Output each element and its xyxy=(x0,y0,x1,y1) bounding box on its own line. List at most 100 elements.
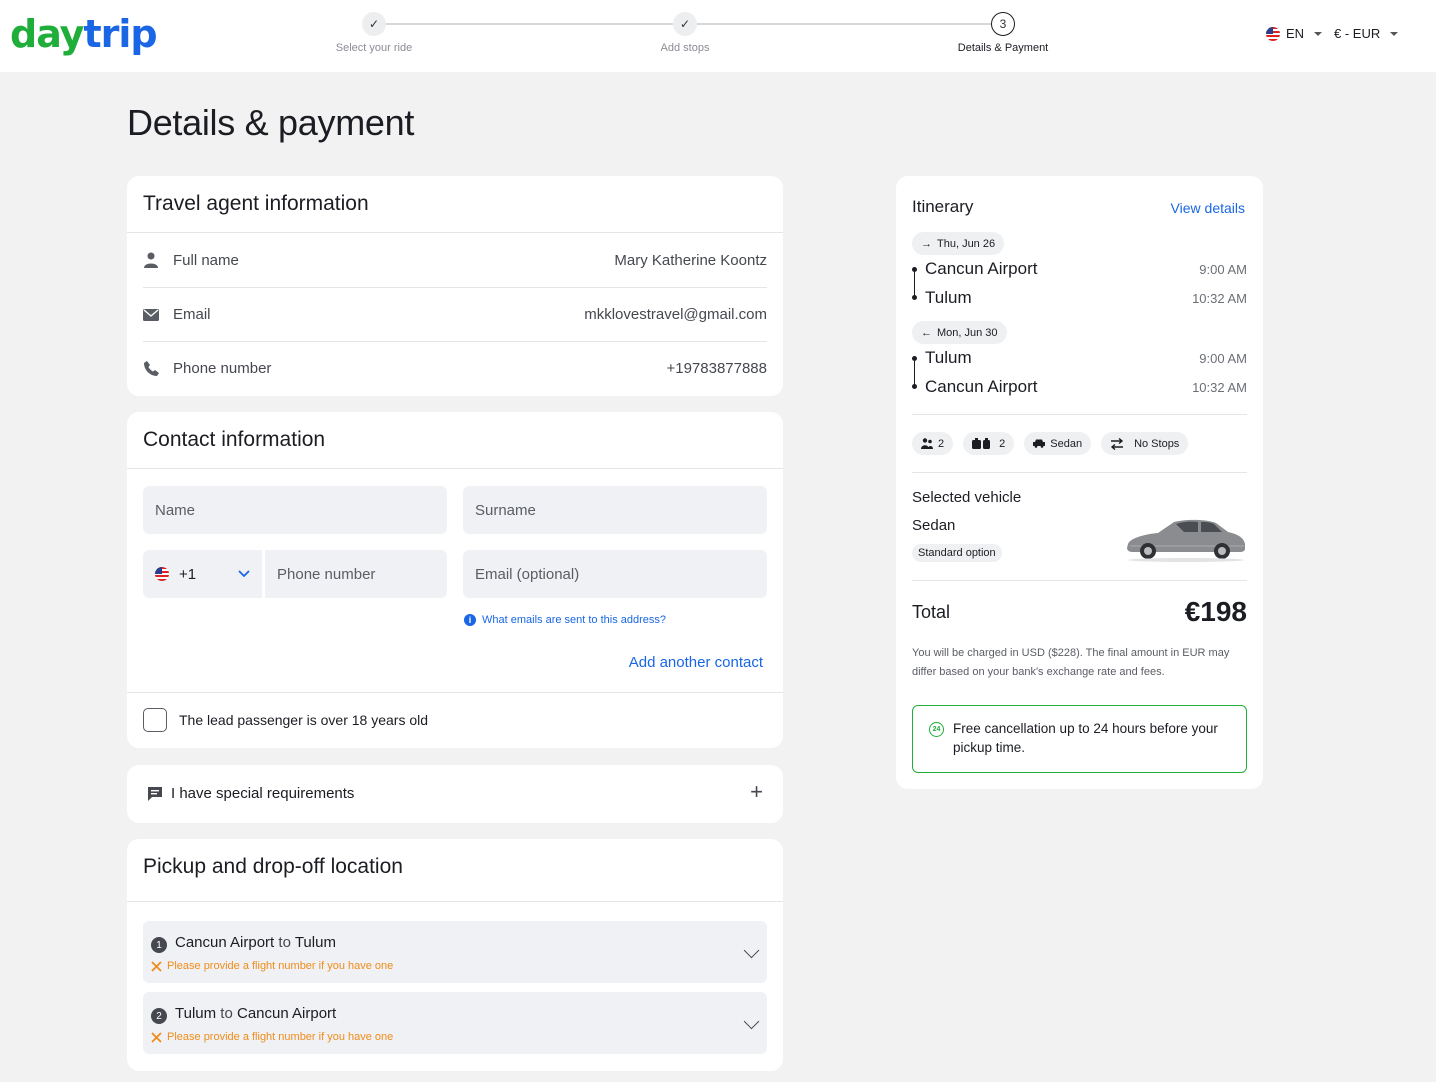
email-value: mkklovestravel@gmail.com xyxy=(584,306,767,323)
view-details-link[interactable]: View details xyxy=(1171,200,1245,216)
currency-label: € - EUR xyxy=(1334,26,1381,41)
name-field[interactable] xyxy=(143,486,447,534)
page-title: Details & payment xyxy=(127,102,415,143)
us-flag-icon xyxy=(1266,26,1280,41)
leg-origin: Cancun Airport xyxy=(925,259,1038,278)
arrow-left-icon: ← xyxy=(921,326,932,339)
total-label: Total xyxy=(912,602,951,622)
luggage-icon xyxy=(972,438,991,449)
leg-origin-time: 9:00 AM xyxy=(1199,351,1247,366)
people-icon xyxy=(921,438,933,449)
top-bar: daytrip ✓ Select your ride ✓ Add stops 3… xyxy=(0,0,1436,72)
special-requirements-card[interactable]: I have special requirements + xyxy=(127,765,783,823)
leg-destination: Tulum xyxy=(925,288,972,307)
lead-passenger-checkbox[interactable] xyxy=(143,708,167,732)
pickup-card: Pickup and drop-off location 1 Cancun Ai… xyxy=(127,839,783,1071)
divider xyxy=(912,580,1247,581)
step-connector xyxy=(386,23,685,25)
agent-full-name-row: Full name Mary Katherine Koontz xyxy=(127,233,783,287)
passengers-chip: 2 xyxy=(912,432,954,455)
vehicle-chip: Sedan xyxy=(1024,432,1092,455)
free-cancellation-box: 24 Free cancellation up to 24 hours befo… xyxy=(912,705,1247,773)
plane-icon xyxy=(151,1031,162,1043)
email-label: Email xyxy=(173,306,211,323)
step-2-check-icon: ✓ xyxy=(673,12,697,36)
leg-date: Thu, Jun 26 xyxy=(937,237,996,250)
itinerary-title: Itinerary xyxy=(912,197,974,216)
contact-card: Contact information +1 i What emails are… xyxy=(127,412,783,748)
step-2-label: Add stops xyxy=(660,42,710,54)
surname-input[interactable] xyxy=(475,501,755,519)
route-to: Cancun Airport xyxy=(236,1005,337,1022)
route-title: Tulum to Cancun Airport xyxy=(175,1005,336,1022)
divider xyxy=(127,692,783,693)
itinerary-card: Itinerary View details → Thu, Jun 26 Can… xyxy=(896,176,1263,789)
step-connector xyxy=(697,23,991,25)
us-flag-icon xyxy=(155,567,169,581)
route-title: Cancun Airport to Tulum xyxy=(175,934,336,951)
route-connector: to xyxy=(220,1005,233,1022)
country-code-value: +1 xyxy=(179,565,197,583)
car-icon xyxy=(1033,439,1046,448)
route-dot xyxy=(912,295,917,300)
phone-field[interactable] xyxy=(265,550,447,598)
logo-trip: trip xyxy=(83,12,157,56)
person-icon xyxy=(143,252,159,268)
special-requirements-label: I have special requirements xyxy=(171,785,355,802)
logo-day: day xyxy=(10,12,84,56)
info-icon: i xyxy=(464,614,476,626)
step-3-label: Details & Payment xyxy=(957,42,1049,54)
contact-title: Contact information xyxy=(143,428,326,451)
chevron-down-icon xyxy=(1314,31,1323,36)
email-help-link[interactable]: i What emails are sent to this address? xyxy=(464,614,666,626)
daytrip-logo[interactable]: daytrip xyxy=(10,12,158,56)
phone-input[interactable] xyxy=(277,565,435,583)
chevron-down-icon[interactable] xyxy=(743,1013,760,1030)
progress-stepper: ✓ Select your ride ✓ Add stops 3 Details… xyxy=(320,12,1080,62)
full-name-label: Full name xyxy=(173,251,239,269)
luggage-chip: 2 xyxy=(963,432,1015,455)
pickup-title: Pickup and drop-off location xyxy=(143,855,403,878)
chevron-down-icon[interactable] xyxy=(743,942,760,959)
route-row[interactable]: 2 Tulum to Cancun Airport Please provide… xyxy=(143,992,767,1054)
date-chip: → Thu, Jun 26 xyxy=(912,232,1005,255)
step-1-check-icon: ✓ xyxy=(362,12,386,36)
leg-destination-time: 10:32 AM xyxy=(1192,291,1247,306)
country-code-select[interactable]: +1 xyxy=(143,550,262,598)
divider xyxy=(127,901,783,902)
route-from: Cancun Airport xyxy=(175,934,275,951)
leg-origin: Tulum xyxy=(925,348,972,367)
agent-phone-row: Phone number +19783877888 xyxy=(143,341,767,395)
route-row[interactable]: 1 Cancun Airport to Tulum Please provide… xyxy=(143,921,767,983)
email-field[interactable] xyxy=(463,550,767,598)
travel-agent-card: Travel agent information Full name Mary … xyxy=(127,176,783,396)
surname-field[interactable] xyxy=(463,486,767,534)
step-1-label: Select your ride xyxy=(335,42,413,54)
selected-vehicle-title: Selected vehicle xyxy=(912,489,1022,506)
language-label: EN xyxy=(1286,26,1305,41)
route-number-badge: 2 xyxy=(151,1008,167,1024)
date-chip: ← Mon, Jun 30 xyxy=(912,321,1007,344)
full-name-value: Mary Katherine Koontz xyxy=(614,251,767,269)
route-arrows-icon xyxy=(1110,437,1124,450)
route-from: Tulum xyxy=(175,1005,217,1022)
plus-icon[interactable]: + xyxy=(750,779,763,805)
route-line xyxy=(914,272,915,296)
language-selector[interactable]: EN xyxy=(1266,26,1323,41)
24h-cancellation-icon: 24 xyxy=(929,722,944,737)
stops-chip: No Stops xyxy=(1101,432,1189,455)
name-input[interactable] xyxy=(155,501,435,519)
divider xyxy=(912,414,1247,415)
vehicle-option-tag: Standard option xyxy=(912,544,1002,562)
route-number-badge: 1 xyxy=(151,937,167,953)
free-cancellation-text: Free cancellation up to 24 hours before … xyxy=(953,721,1218,755)
currency-selector[interactable]: € - EUR xyxy=(1334,26,1399,41)
lead-passenger-label: The lead passenger is over 18 years old xyxy=(179,712,429,728)
add-another-contact-button[interactable]: Add another contact xyxy=(629,654,763,671)
flight-warning-text: Please provide a flight number if you ha… xyxy=(167,960,394,972)
vehicle-type: Sedan xyxy=(1050,437,1083,450)
email-input[interactable] xyxy=(475,565,755,583)
leg-destination: Cancun Airport xyxy=(925,377,1038,396)
lead-passenger-row: The lead passenger is over 18 years old xyxy=(143,708,428,732)
arrow-right-icon: → xyxy=(921,237,932,250)
